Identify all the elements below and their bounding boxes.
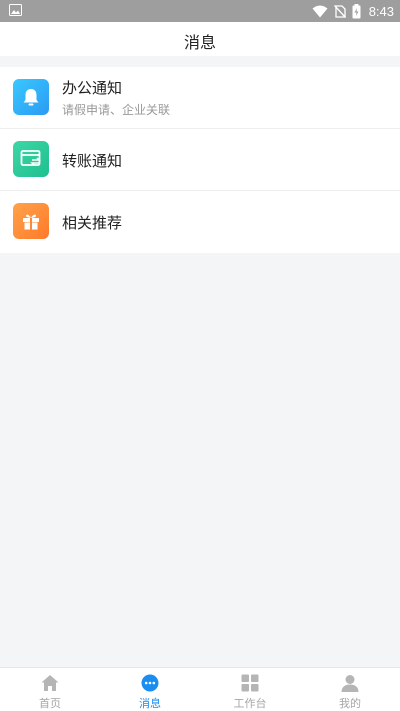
- bell-icon: [23, 89, 39, 106]
- office-notice-subtitle: 请假申请、企业关联: [62, 103, 171, 117]
- tab-messages[interactable]: 消息: [100, 668, 200, 711]
- message-list: 办公通知 请假申请、企业关联 转账通知 相关推荐: [0, 67, 400, 253]
- status-icons: 8:43: [312, 2, 394, 20]
- battery-charging-icon: [352, 3, 361, 18]
- tab-profile-label: 我的: [339, 697, 361, 710]
- tab-messages-label: 消息: [139, 697, 161, 710]
- user-icon: [341, 675, 359, 692]
- transfer-notice-tile: [13, 141, 49, 177]
- status-time: 8:43: [368, 3, 394, 19]
- home-icon: [41, 675, 59, 691]
- bottom-tab-bar: 首页 消息 工作台 我的: [0, 667, 400, 711]
- recommendations-tile: [13, 203, 49, 239]
- wallet-transfer-icon: [20, 150, 41, 166]
- office-notice-tile: [13, 79, 49, 115]
- tab-workbench-label: 工作台: [233, 697, 267, 710]
- image-icon: [9, 4, 22, 16]
- tab-home-label: 首页: [39, 697, 61, 710]
- list-item-transfer-notice[interactable]: 转账通知: [0, 129, 400, 191]
- gift-icon: [23, 214, 39, 230]
- tab-profile[interactable]: 我的: [300, 668, 400, 711]
- transfer-notice-label: 转账通知: [62, 152, 123, 170]
- grid-icon: [241, 674, 259, 692]
- list-item-recommendations[interactable]: 相关推荐: [0, 191, 400, 253]
- chat-bubble-icon: [141, 674, 159, 692]
- no-sim-icon: [333, 4, 346, 18]
- wifi-icon: [312, 5, 328, 17]
- office-notice-label: 办公通知: [62, 79, 123, 97]
- list-item-office-notice[interactable]: 办公通知 请假申请、企业关联: [0, 67, 400, 129]
- header: 消息: [0, 22, 400, 56]
- tab-workbench[interactable]: 工作台: [200, 668, 300, 711]
- tab-home[interactable]: 首页: [0, 668, 100, 711]
- status-bar: 8:43: [0, 0, 400, 22]
- page-title: 消息: [183, 33, 216, 52]
- recommendations-label: 相关推荐: [62, 214, 123, 232]
